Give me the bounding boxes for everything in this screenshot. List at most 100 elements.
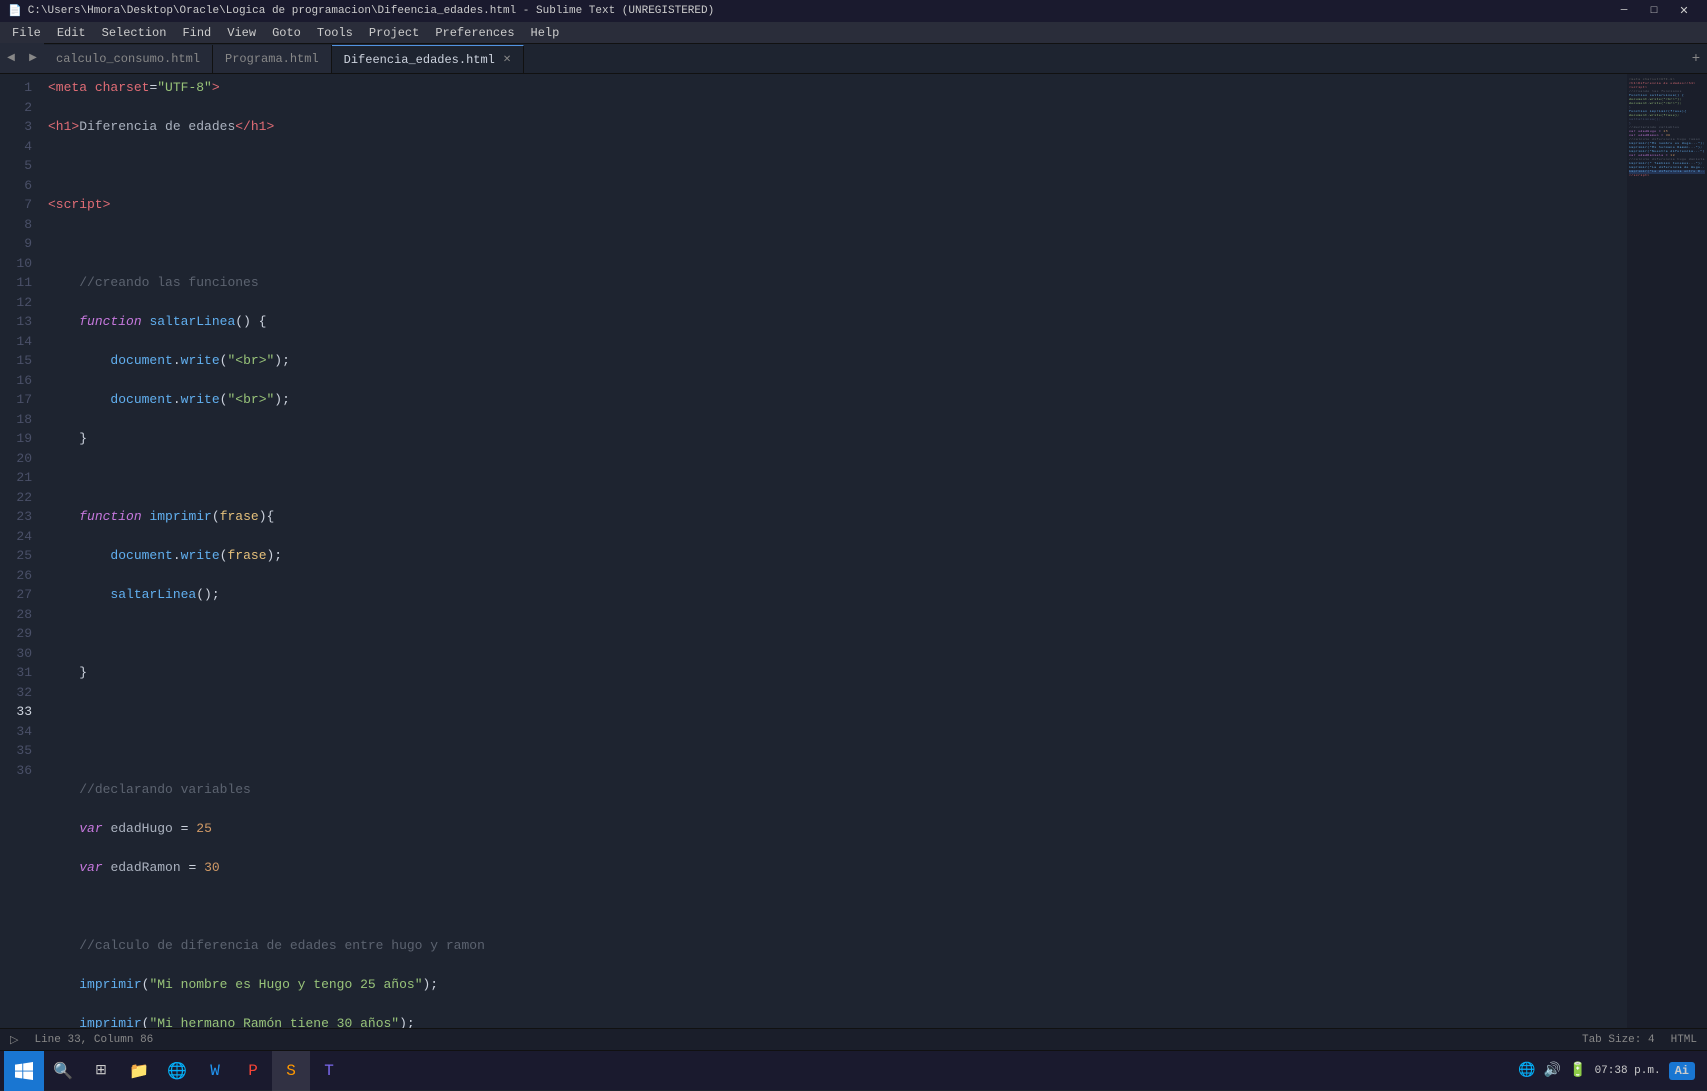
- code-line-12: function imprimir(frase){: [48, 507, 1627, 527]
- minimap: <meta charset=UTF-8> <h1>Diferencia de e…: [1627, 74, 1707, 1028]
- line-num-13: 13: [0, 312, 32, 332]
- code-line-22: [48, 897, 1627, 917]
- line-num-23: 23: [0, 507, 32, 527]
- tabsbar: ◀ ▶ calculo_consumo.html Programa.html D…: [0, 44, 1707, 74]
- code-line-14: saltarLinea();: [48, 585, 1627, 605]
- powerpoint-icon: P: [248, 1062, 258, 1080]
- file-explorer-icon: 📁: [129, 1061, 149, 1081]
- windows-logo-icon: [15, 1062, 33, 1080]
- titlebar-controls: ─ □ ✕: [1609, 0, 1699, 22]
- code-line-7: function saltarLinea() {: [48, 312, 1627, 332]
- code-line-10: }: [48, 429, 1627, 449]
- line-num-22: 22: [0, 488, 32, 508]
- code-line-1: <meta charset="UTF-8">: [48, 78, 1627, 98]
- menu-tools[interactable]: Tools: [309, 22, 361, 44]
- minimap-content: <meta charset=UTF-8> <h1>Diferencia de e…: [1627, 74, 1707, 182]
- powerpoint-button[interactable]: P: [234, 1051, 272, 1091]
- line-num-9: 9: [0, 234, 32, 254]
- menu-find[interactable]: Find: [174, 22, 219, 44]
- line-num-8: 8: [0, 215, 32, 235]
- ai-label[interactable]: Ai: [1669, 1062, 1695, 1080]
- code-line-17: [48, 702, 1627, 722]
- line-num-3: 3: [0, 117, 32, 137]
- code-block: <meta charset="UTF-8"> <h1>Diferencia de…: [48, 78, 1627, 1028]
- tab-nav-next[interactable]: ▶: [22, 43, 44, 73]
- line-num-19: 19: [0, 429, 32, 449]
- line-num-35: 35: [0, 741, 32, 761]
- code-line-5: [48, 234, 1627, 254]
- line-num-31: 31: [0, 663, 32, 683]
- statusbar-left: ▷ Line 33, Column 86: [10, 1033, 153, 1047]
- titlebar-icon: 📄: [8, 4, 22, 18]
- tab-programa[interactable]: Programa.html: [213, 45, 332, 73]
- statusbar-right: Tab Size: 4 HTML: [1582, 1034, 1697, 1046]
- line-num-32: 32: [0, 683, 32, 703]
- line-num-10: 10: [0, 254, 32, 274]
- menu-edit[interactable]: Edit: [49, 22, 94, 44]
- search-taskbar-button[interactable]: 🔍: [44, 1051, 82, 1091]
- menu-project[interactable]: Project: [361, 22, 427, 44]
- cursor-indicator-icon: ▷: [10, 1033, 18, 1047]
- code-line-20: var edadHugo = 25: [48, 819, 1627, 839]
- teams-icon: T: [324, 1062, 334, 1080]
- code-line-25: imprimir("Mi hermano Ramón tiene 30 años…: [48, 1014, 1627, 1028]
- volume-icon: 🔊: [1544, 1062, 1561, 1079]
- edge-icon: 🌐: [167, 1061, 187, 1081]
- minimize-button[interactable]: ─: [1609, 0, 1639, 22]
- titlebar-title: C:\Users\Hmora\Desktop\Oracle\Logica de …: [28, 5, 715, 17]
- menu-preferences[interactable]: Preferences: [427, 22, 522, 44]
- task-view-button[interactable]: ⊞: [82, 1051, 120, 1091]
- editor-container: 1 2 3 4 5 6 7 8 9 10 11 12 13 14 15 16 1…: [0, 74, 1707, 1028]
- menu-help[interactable]: Help: [523, 22, 568, 44]
- line-num-36: 36: [0, 761, 32, 781]
- tab-size: Tab Size: 4: [1582, 1034, 1655, 1046]
- code-line-8: document.write("<br>");: [48, 351, 1627, 371]
- line-num-34: 34: [0, 722, 32, 742]
- line-num-1: 1: [0, 78, 32, 98]
- code-line-3: [48, 156, 1627, 176]
- tab-label: calculo_consumo.html: [56, 52, 200, 66]
- word-button[interactable]: W: [196, 1051, 234, 1091]
- close-button[interactable]: ✕: [1669, 0, 1699, 22]
- code-line-15: [48, 624, 1627, 644]
- code-line-18: [48, 741, 1627, 761]
- file-explorer-button[interactable]: 📁: [120, 1051, 158, 1091]
- code-line-6: //creando las funciones: [48, 273, 1627, 293]
- teams-button[interactable]: T: [310, 1051, 348, 1091]
- line-num-16: 16: [0, 371, 32, 391]
- battery-icon: 🔋: [1569, 1062, 1586, 1079]
- menu-goto[interactable]: Goto: [264, 22, 309, 44]
- tab-label: Programa.html: [225, 52, 319, 66]
- code-area[interactable]: <meta charset="UTF-8"> <h1>Diferencia de…: [40, 74, 1627, 1028]
- taskbar-time: 07:38 p.m.: [1595, 1065, 1661, 1077]
- line-num-24: 24: [0, 527, 32, 547]
- sublime-text-button[interactable]: S: [272, 1051, 310, 1091]
- tab-nav-prev[interactable]: ◀: [0, 43, 22, 73]
- cursor-position: Line 33, Column 86: [34, 1034, 153, 1046]
- taskbar: 🔍 ⊞ 📁 🌐 W P S T 🌐 🔊 🔋 07:38 p.m. Ai: [0, 1050, 1707, 1090]
- line-num-27: 27: [0, 585, 32, 605]
- line-num-6: 6: [0, 176, 32, 196]
- line-num-20: 20: [0, 449, 32, 469]
- start-button[interactable]: [4, 1051, 44, 1091]
- menubar: File Edit Selection Find View Goto Tools…: [0, 22, 1707, 44]
- statusbar: ▷ Line 33, Column 86 Tab Size: 4 HTML: [0, 1028, 1707, 1050]
- line-num-4: 4: [0, 137, 32, 157]
- line-num-12: 12: [0, 293, 32, 313]
- edge-browser-button[interactable]: 🌐: [158, 1051, 196, 1091]
- titlebar: 📄 C:\Users\Hmora\Desktop\Oracle\Logica d…: [0, 0, 1707, 22]
- menu-view[interactable]: View: [219, 22, 264, 44]
- task-view-icon: ⊞: [95, 1062, 107, 1079]
- line-num-5: 5: [0, 156, 32, 176]
- menu-file[interactable]: File: [4, 22, 49, 44]
- maximize-button[interactable]: □: [1639, 0, 1669, 22]
- tab-difeencia-edades[interactable]: Difeencia_edades.html ✕: [332, 45, 525, 73]
- tab-add-button[interactable]: +: [1685, 45, 1707, 73]
- code-line-4: <script>: [48, 195, 1627, 215]
- tab-calculo-consumo[interactable]: calculo_consumo.html: [44, 45, 213, 73]
- titlebar-left: 📄 C:\Users\Hmora\Desktop\Oracle\Logica d…: [8, 4, 714, 18]
- tab-close-icon[interactable]: ✕: [503, 54, 511, 66]
- code-line-2: <h1>Diferencia de edades</h1>: [48, 117, 1627, 137]
- word-icon: W: [210, 1062, 220, 1080]
- menu-selection[interactable]: Selection: [94, 22, 175, 44]
